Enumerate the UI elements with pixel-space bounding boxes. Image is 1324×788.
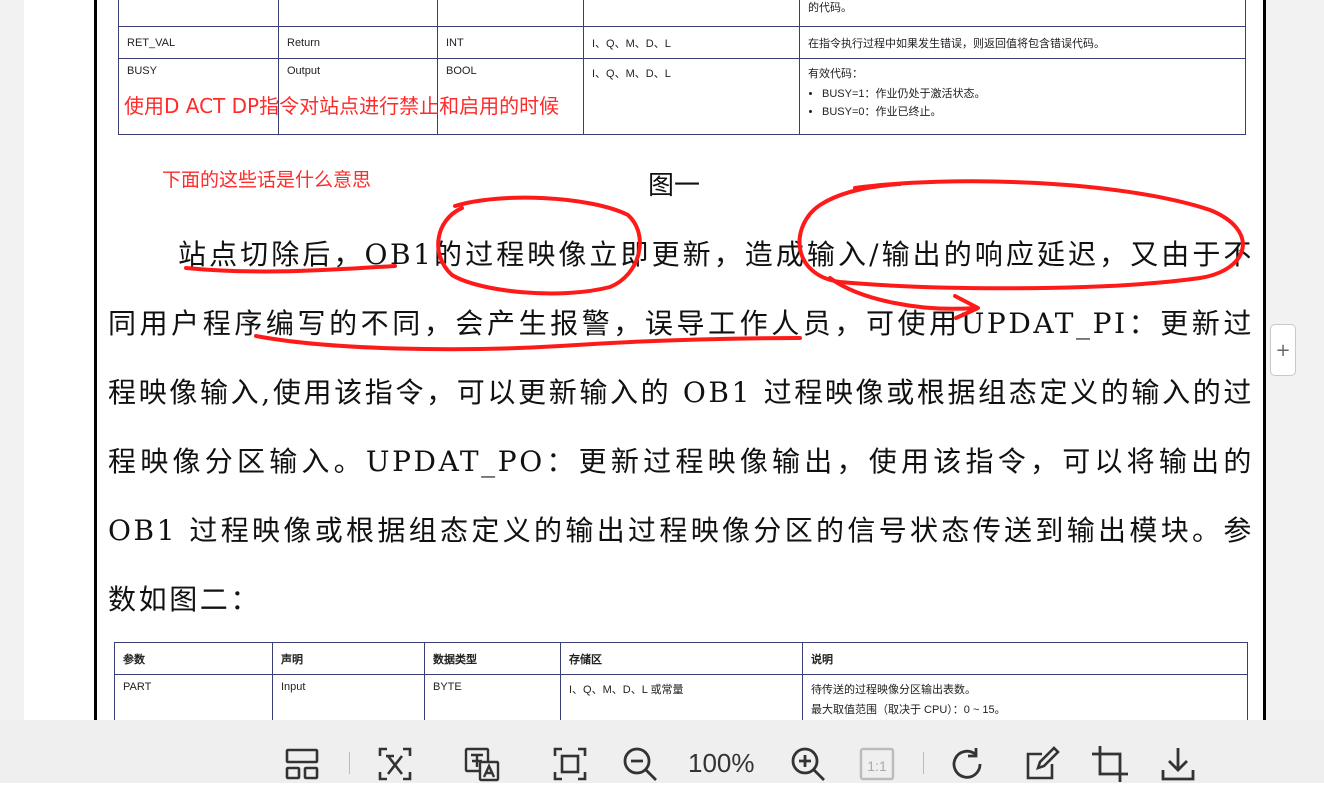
fit-page-icon[interactable] [550, 744, 590, 784]
table-row: RET_VAL Return INT I、Q、M、D、L 在指令执行过程中如果发… [118, 26, 1246, 59]
edit-icon[interactable] [1022, 744, 1062, 784]
table-cell: Return [278, 26, 438, 59]
table-cell: 待传送的过程映像分区输出表数。 最大取值范围（取决于 CPU）：0 ~ 15。 [802, 674, 1248, 725]
actual-size-label: 1:1 [867, 758, 887, 774]
table-cell: I、Q、M、D、L [583, 26, 800, 59]
desc-line: 待传送的过程映像分区输出表数。 [811, 684, 976, 696]
table-cell: 的代码。 [799, 0, 1246, 27]
desc-line: 最大取值范围（取决于 CPU）：0 ~ 15。 [811, 704, 1006, 716]
table-header-row: 参数 声明 数据类型 存储区 说明 [114, 642, 1248, 675]
table-cell: BYTE [424, 674, 561, 725]
body-paragraph: 站点切除后，OB1的过程映像立即更新，造成输入/输出的响应延迟，又由于不同用户程… [108, 238, 1254, 616]
toolbar-separator [923, 752, 924, 774]
column-header: 声明 [272, 642, 425, 675]
layout-icon[interactable] [282, 744, 322, 784]
table-cell: PART [114, 674, 273, 725]
crop-icon[interactable] [1090, 744, 1130, 784]
table-cell: 在指令执行过程中如果发生错误，则返回值将包含错误代码。 [799, 26, 1246, 59]
zoom-out-icon[interactable] [620, 744, 660, 784]
parameter-table-bottom: 参数 声明 数据类型 存储区 说明 PART Input BYTE I、Q、M、… [114, 642, 1248, 725]
table-cell: 有效代码： BUSY=1：作业仍处于激活状态。 BUSY=0：作业已终止。 [799, 58, 1246, 135]
actual-size-icon[interactable]: 1:1 [858, 744, 898, 784]
column-header: 说明 [802, 642, 1248, 675]
column-header: 存储区 [560, 642, 803, 675]
rotate-icon[interactable] [948, 744, 988, 784]
left-gutter [0, 0, 24, 720]
desc-title: 有效代码： [808, 68, 863, 80]
download-icon[interactable] [1158, 744, 1198, 784]
column-header: 参数 [114, 642, 273, 675]
table-cell: INT [437, 26, 584, 59]
figure-caption: 图一 [648, 171, 701, 201]
annotation-note-1: 使用D ACT DP指令对站点进行禁止和启用的时候 [124, 94, 560, 118]
translate-icon[interactable] [462, 744, 502, 784]
toolbar-separator [349, 752, 350, 774]
table-row: PART Input BYTE I、Q、M、D、L 或常量 待传送的过程映像分区… [114, 674, 1248, 725]
zoom-in-icon[interactable] [788, 744, 828, 784]
annotation-note-2: 下面的这些话是什么意思 [162, 169, 372, 191]
table-cell: I、Q、M、D、L 或常量 [560, 674, 803, 725]
text-recognition-icon[interactable] [375, 744, 415, 784]
column-header: 数据类型 [424, 642, 561, 675]
list-item: BUSY=1：作业仍处于激活状态。 [822, 85, 1237, 101]
table-cell: I、Q、M、D、L [583, 58, 800, 135]
expand-panel-button[interactable]: + [1270, 324, 1296, 376]
table-cell: RET_VAL [118, 26, 279, 59]
table-cell: Input [272, 674, 425, 725]
table-row: 的代码。 [118, 0, 1246, 27]
zoom-level: 100% [688, 748, 755, 778]
code-list: BUSY=1：作业仍处于激活状态。 BUSY=0：作业已终止。 [808, 85, 1237, 119]
body-text: 站点切除后，OB1的过程映像立即更新，造成输入/输出的响应延迟，又由于不同用户程… [108, 220, 1254, 634]
list-item: BUSY=0：作业已终止。 [822, 103, 1237, 119]
